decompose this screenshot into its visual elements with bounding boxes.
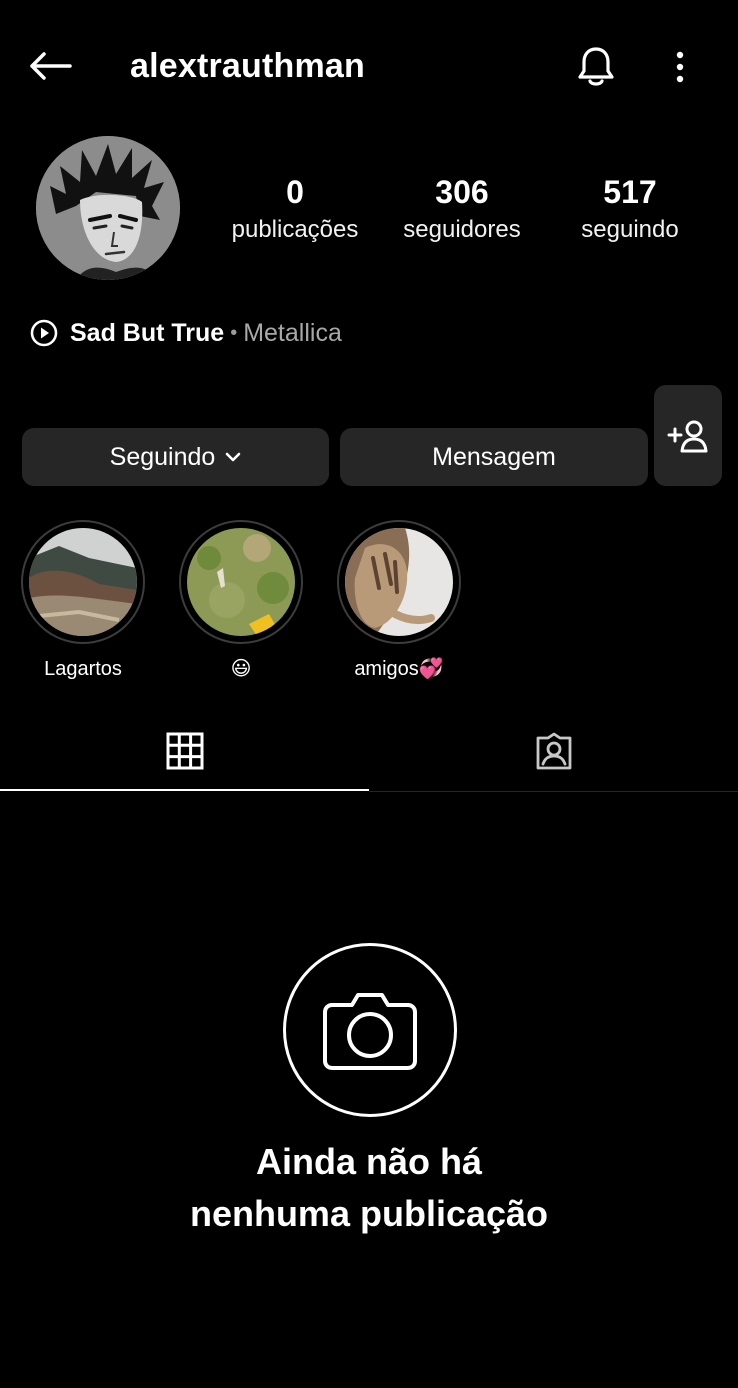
following-button[interactable]: Seguindo [22, 428, 329, 486]
tagged-icon [536, 732, 571, 770]
highlight-label: 😃 [230, 658, 252, 680]
message-button-label: Mensagem [432, 442, 556, 471]
active-tab-indicator [0, 789, 369, 791]
highlight-thumbnail [29, 528, 137, 636]
tab-posts-grid[interactable] [0, 712, 369, 790]
more-vertical-icon [676, 51, 684, 83]
grid-icon [166, 732, 203, 770]
stat-posts-count: 0 [286, 174, 304, 210]
stat-following[interactable]: 517 seguindo [545, 172, 715, 248]
stat-posts-label: publicações [231, 216, 359, 243]
highlight-thumbnail [187, 528, 295, 636]
tab-divider [369, 791, 738, 792]
tab-tagged[interactable] [369, 712, 738, 790]
following-button-label: Seguindo [109, 442, 216, 471]
stat-following-count: 517 [603, 174, 657, 210]
camera-icon [323, 993, 417, 1070]
empty-state-message: Ainda não há nenhuma publicação [0, 1136, 738, 1240]
highlight-item[interactable]: amigos💞 [337, 520, 461, 682]
highlight-item[interactable]: 😃 [179, 520, 303, 682]
back-button[interactable] [24, 44, 76, 88]
highlight-ring[interactable] [21, 520, 145, 644]
highlight-thumbnail [345, 528, 453, 636]
play-circle-icon [30, 319, 58, 347]
bell-icon [578, 47, 614, 86]
highlight-label: amigos💞 [354, 658, 444, 680]
profile-username: alextrauthman [130, 47, 366, 85]
empty-state-line-1: Ainda não há [255, 1141, 483, 1182]
more-options-button[interactable] [656, 40, 704, 94]
profile-music[interactable]: Sad But True • Metallica [30, 314, 342, 352]
highlight-ring[interactable] [179, 520, 303, 644]
arrow-left-icon [30, 52, 72, 80]
stat-followers-count: 306 [435, 174, 489, 210]
message-button[interactable]: Mensagem [340, 428, 648, 486]
chevron-down-icon [225, 452, 241, 462]
highlight-ring[interactable] [337, 520, 461, 644]
music-artist: Metallica [243, 318, 342, 347]
suggest-users-button[interactable] [654, 385, 722, 486]
add-user-icon [667, 420, 708, 452]
stat-followers[interactable]: 306 seguidores [377, 172, 547, 248]
stat-following-label: seguindo [581, 216, 679, 243]
empty-state-camera [283, 943, 457, 1117]
highlight-item[interactable]: Lagartos [21, 520, 145, 682]
music-song-title: Sad But True [70, 318, 225, 347]
highlight-label: Lagartos [44, 658, 122, 680]
stat-followers-label: seguidores [403, 216, 521, 243]
music-separator: • [230, 321, 238, 344]
avatar-illustration [36, 136, 180, 280]
stat-posts[interactable]: 0 publicações [210, 172, 380, 248]
empty-state-line-2: nenhuma publicação [189, 1193, 549, 1234]
notifications-button[interactable] [568, 40, 624, 94]
profile-avatar[interactable] [36, 136, 180, 280]
